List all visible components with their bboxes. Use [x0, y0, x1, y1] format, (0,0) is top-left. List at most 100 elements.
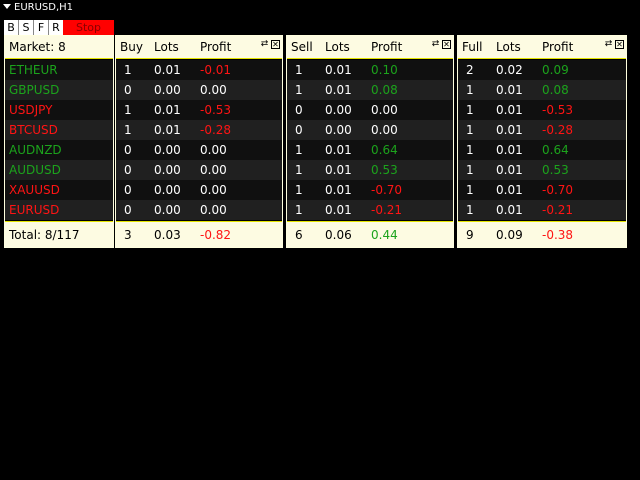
profit-cell: -0.53 — [200, 103, 232, 117]
lots-cell: 0.01 — [496, 183, 523, 197]
lots-cell: 0.02 — [496, 63, 523, 77]
lots-cell: 0.01 — [496, 123, 523, 137]
count-cell: 0 — [124, 183, 132, 197]
symbol-row[interactable]: AUDNZD — [5, 140, 113, 160]
count-cell: 0 — [124, 143, 132, 157]
full-col-header: Full — [462, 40, 483, 54]
table-row: 1 0.01 -0.21 — [458, 200, 626, 220]
buy-panel-footer: 3 0.03 -0.82 — [116, 222, 282, 247]
table-row: 2 0.02 0.09 — [458, 60, 626, 80]
buy-total-profit: -0.82 — [200, 228, 232, 242]
lots-cell: 0.01 — [325, 143, 352, 157]
collapse-icon[interactable]: ⇄ — [431, 40, 440, 49]
profit-cell: 0.00 — [200, 183, 227, 197]
profit-cell: 0.53 — [371, 163, 398, 177]
lots-col-header: Lots — [154, 40, 179, 54]
header-divider — [116, 58, 282, 59]
symbol-row[interactable]: EURUSD — [5, 200, 113, 220]
symbol-name[interactable]: XAUUSD — [9, 183, 60, 197]
buy-col-header: Buy — [120, 40, 143, 54]
symbol-row[interactable]: BTCUSD — [5, 120, 113, 140]
symbol-row[interactable]: GBPUSD — [5, 80, 113, 100]
chart-title-bar[interactable]: EURUSD,H1 — [0, 0, 73, 16]
table-row: 1 0.01 0.08 — [287, 80, 453, 100]
profit-cell: 0.00 — [200, 163, 227, 177]
close-icon[interactable]: ✕ — [442, 40, 451, 49]
collapse-icon[interactable]: ⇄ — [604, 40, 613, 49]
symbol-row[interactable]: USDJPY — [5, 100, 113, 120]
profit-cell: -0.21 — [371, 203, 403, 217]
lots-cell: 0.01 — [154, 103, 181, 117]
symbol-name[interactable]: USDJPY — [9, 103, 52, 117]
profit-cell: -0.01 — [200, 63, 232, 77]
profit-cell: 0.53 — [542, 163, 569, 177]
profit-cell: 0.00 — [200, 143, 227, 157]
table-row: 0 0.00 0.00 — [116, 180, 282, 200]
profit-cell: 0.10 — [371, 63, 398, 77]
count-cell: 1 — [124, 63, 132, 77]
market-panel: Market: 8 ETHEUR GBPUSD USDJPY BTCUSD AUDNZD… — [4, 35, 114, 248]
f-button[interactable]: F — [34, 20, 49, 35]
symbol-row[interactable]: ETHEUR — [5, 60, 113, 80]
lots-cell: 0.00 — [325, 123, 352, 137]
lots-cell: 0.00 — [154, 183, 181, 197]
profit-cell: -0.28 — [200, 123, 232, 137]
count-cell: 0 — [124, 83, 132, 97]
close-icon[interactable]: ✕ — [615, 40, 624, 49]
table-row: 1 0.01 0.53 — [458, 160, 626, 180]
symbol-name[interactable]: GBPUSD — [9, 83, 59, 97]
count-cell: 1 — [295, 183, 303, 197]
lots-cell: 0.01 — [325, 163, 352, 177]
s-button[interactable]: S — [19, 20, 34, 35]
profit-col-header: Profit — [542, 40, 574, 54]
b-button[interactable]: B — [4, 20, 19, 35]
buy-panel-header: Buy Lots Profit ⇄ ✕ — [116, 36, 282, 58]
table-row: 0 0.00 0.00 — [116, 140, 282, 160]
lots-cell: 0.01 — [496, 163, 523, 177]
symbol-name[interactable]: ETHEUR — [9, 63, 58, 77]
market-count-label: Market: 8 — [9, 40, 66, 54]
lots-cell: 0.01 — [496, 83, 523, 97]
count-cell: 0 — [295, 123, 303, 137]
close-icon[interactable]: ✕ — [271, 40, 280, 49]
lots-col-header: Lots — [496, 40, 521, 54]
symbol-name[interactable]: EURUSD — [9, 203, 59, 217]
header-divider — [5, 58, 113, 59]
lots-cell: 0.00 — [154, 83, 181, 97]
profit-cell: -0.70 — [371, 183, 403, 197]
buy-total-lots: 0.03 — [154, 228, 181, 242]
count-cell: 2 — [466, 63, 474, 77]
table-row: 1 0.01 -0.70 — [287, 180, 453, 200]
table-row: 1 0.01 -0.53 — [458, 100, 626, 120]
profit-col-header: Profit — [371, 40, 403, 54]
profit-cell: -0.53 — [542, 103, 574, 117]
lots-cell: 0.01 — [325, 183, 352, 197]
table-row: 1 0.01 -0.28 — [458, 120, 626, 140]
symbol-row[interactable]: AUDUSD — [5, 160, 113, 180]
count-cell: 1 — [466, 123, 474, 137]
buy-panel: Buy Lots Profit ⇄ ✕ 1 0.01 -0.01 0 0.00 0.00 1… — [115, 35, 283, 248]
symbol-name[interactable]: AUDNZD — [9, 143, 62, 157]
stop-button[interactable]: Stop — [63, 20, 114, 35]
count-cell: 1 — [295, 143, 303, 157]
lots-cell: 0.00 — [154, 163, 181, 177]
profit-cell: 0.00 — [371, 103, 398, 117]
profit-cell: -0.21 — [542, 203, 574, 217]
table-row: 1 0.01 0.64 — [287, 140, 453, 160]
symbol-row[interactable]: XAUUSD — [5, 180, 113, 200]
table-row: 1 0.01 -0.53 — [116, 100, 282, 120]
collapse-icon[interactable]: ⇄ — [260, 40, 269, 49]
count-cell: 1 — [295, 203, 303, 217]
symbol-name[interactable]: BTCUSD — [9, 123, 58, 137]
lots-cell: 0.01 — [325, 203, 352, 217]
table-row: 1 0.01 -0.70 — [458, 180, 626, 200]
lots-col-header: Lots — [325, 40, 350, 54]
r-button[interactable]: R — [49, 20, 64, 35]
symbol-name[interactable]: AUDUSD — [9, 163, 61, 177]
table-row: 0 0.00 0.00 — [116, 160, 282, 180]
lots-cell: 0.00 — [325, 103, 352, 117]
full-panel-footer: 9 0.09 -0.38 — [458, 222, 626, 247]
profit-cell: 0.00 — [200, 83, 227, 97]
sell-col-header: Sell — [291, 40, 313, 54]
lots-cell: 0.01 — [154, 123, 181, 137]
